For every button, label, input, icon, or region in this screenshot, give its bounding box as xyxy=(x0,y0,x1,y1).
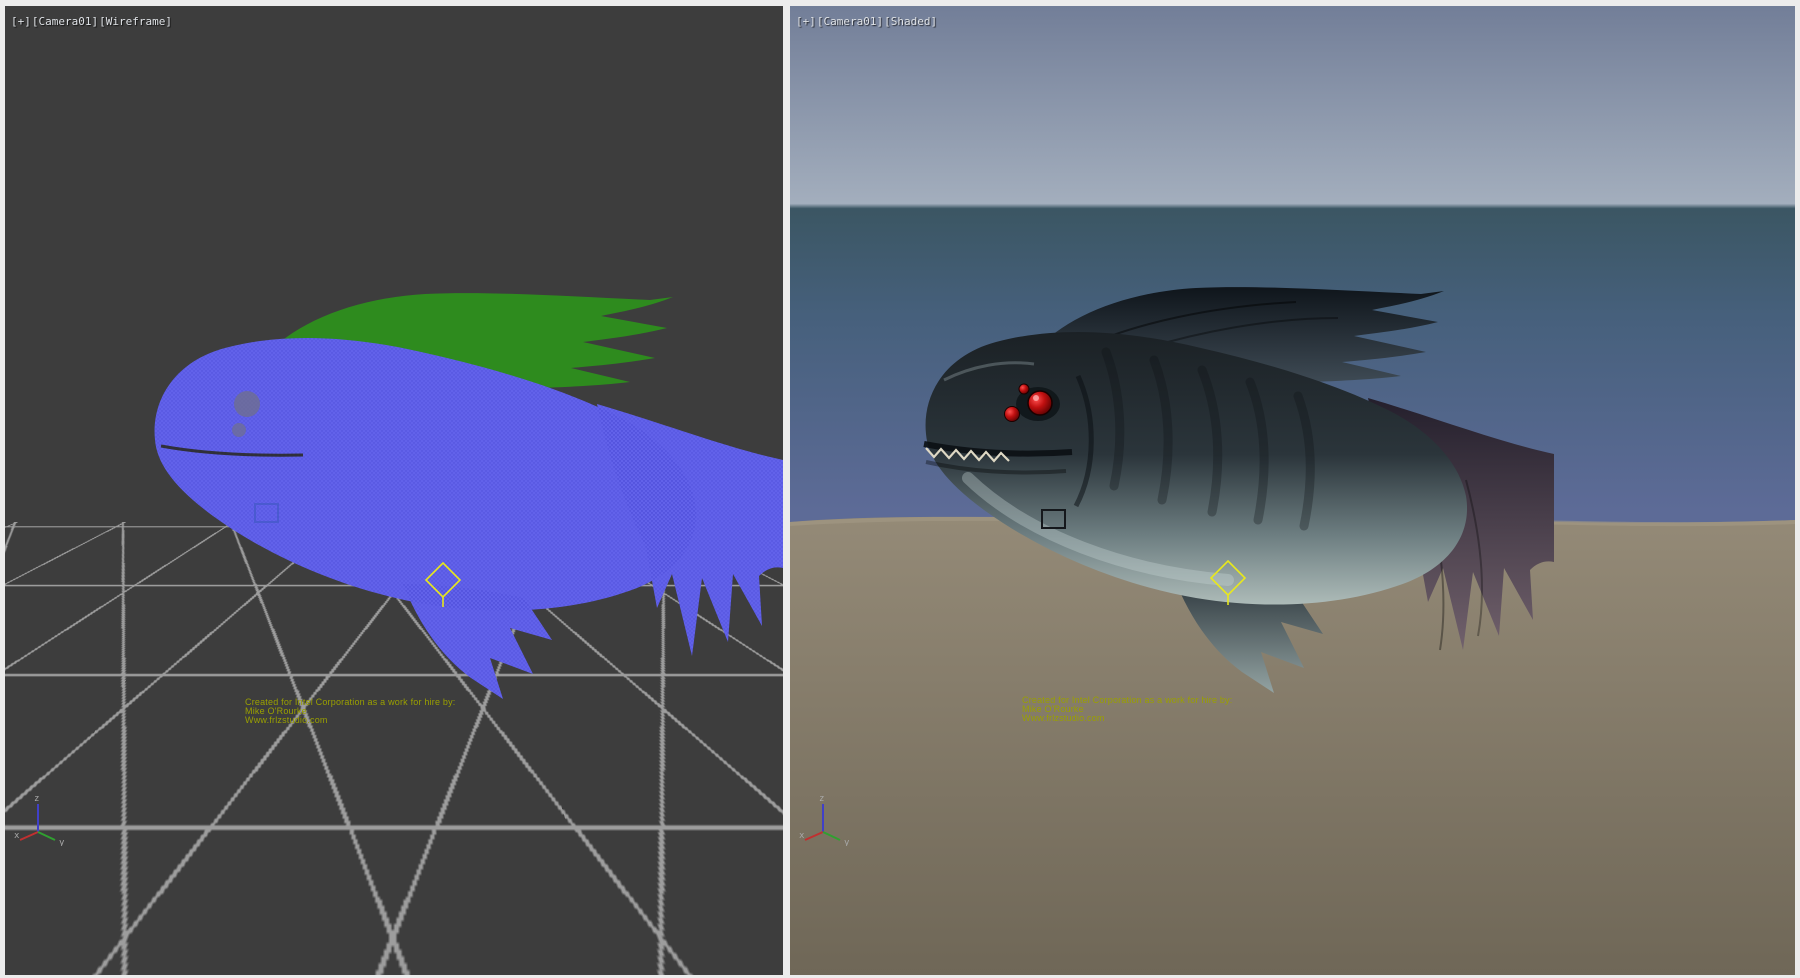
world-axis-tripod: z x y xyxy=(13,792,67,846)
fish-model-wireframe[interactable] xyxy=(155,293,783,699)
shaded-scene xyxy=(790,6,1795,975)
eye-highlight xyxy=(1033,395,1039,401)
axis-label-z: z xyxy=(34,794,39,804)
fish-eye-small xyxy=(1019,384,1029,394)
fish-eye-large xyxy=(1028,391,1052,415)
viewport-label: [+][Camera01][Shaded] xyxy=(796,15,938,28)
main-window: [+][Camera01][Wireframe] Created for Int… xyxy=(0,0,1800,978)
axis-label-x: x xyxy=(799,831,805,841)
axis-label-y: y xyxy=(59,838,65,846)
axis-label-x: x xyxy=(14,831,20,841)
pov-menu[interactable]: [Camera01] xyxy=(817,15,883,28)
fish-eye-large xyxy=(234,391,260,417)
viewport-wireframe[interactable]: [+][Camera01][Wireframe] Created for Int… xyxy=(5,6,783,975)
viewport-label: [+][Camera01][Wireframe] xyxy=(11,15,173,28)
fish-eye-mid xyxy=(1005,407,1020,422)
viewport-splitter[interactable] xyxy=(783,0,790,978)
watermark: Created for Intel Corporation as a work … xyxy=(1022,696,1233,723)
viewport-menu-button[interactable]: [+] xyxy=(796,15,816,28)
shading-menu[interactable]: [Wireframe] xyxy=(99,15,172,28)
shading-menu[interactable]: [Shaded] xyxy=(884,15,937,28)
pov-menu[interactable]: [Camera01] xyxy=(32,15,98,28)
watermark: Created for Intel Corporation as a work … xyxy=(245,698,456,725)
fish-eye-small xyxy=(232,423,246,437)
world-axis-tripod: z x y xyxy=(798,792,852,846)
viewport-menu-button[interactable]: [+] xyxy=(11,15,31,28)
axis-label-z: z xyxy=(819,794,824,804)
wireframe-scene xyxy=(5,6,783,975)
axis-label-y: y xyxy=(844,838,850,846)
watermark-line3: Www.frlzstudio.com xyxy=(1022,714,1233,723)
viewport-shaded[interactable]: [+][Camera01][Shaded] Created for Intel … xyxy=(790,6,1795,975)
watermark-line3: Www.frlzstudio.com xyxy=(245,716,456,725)
